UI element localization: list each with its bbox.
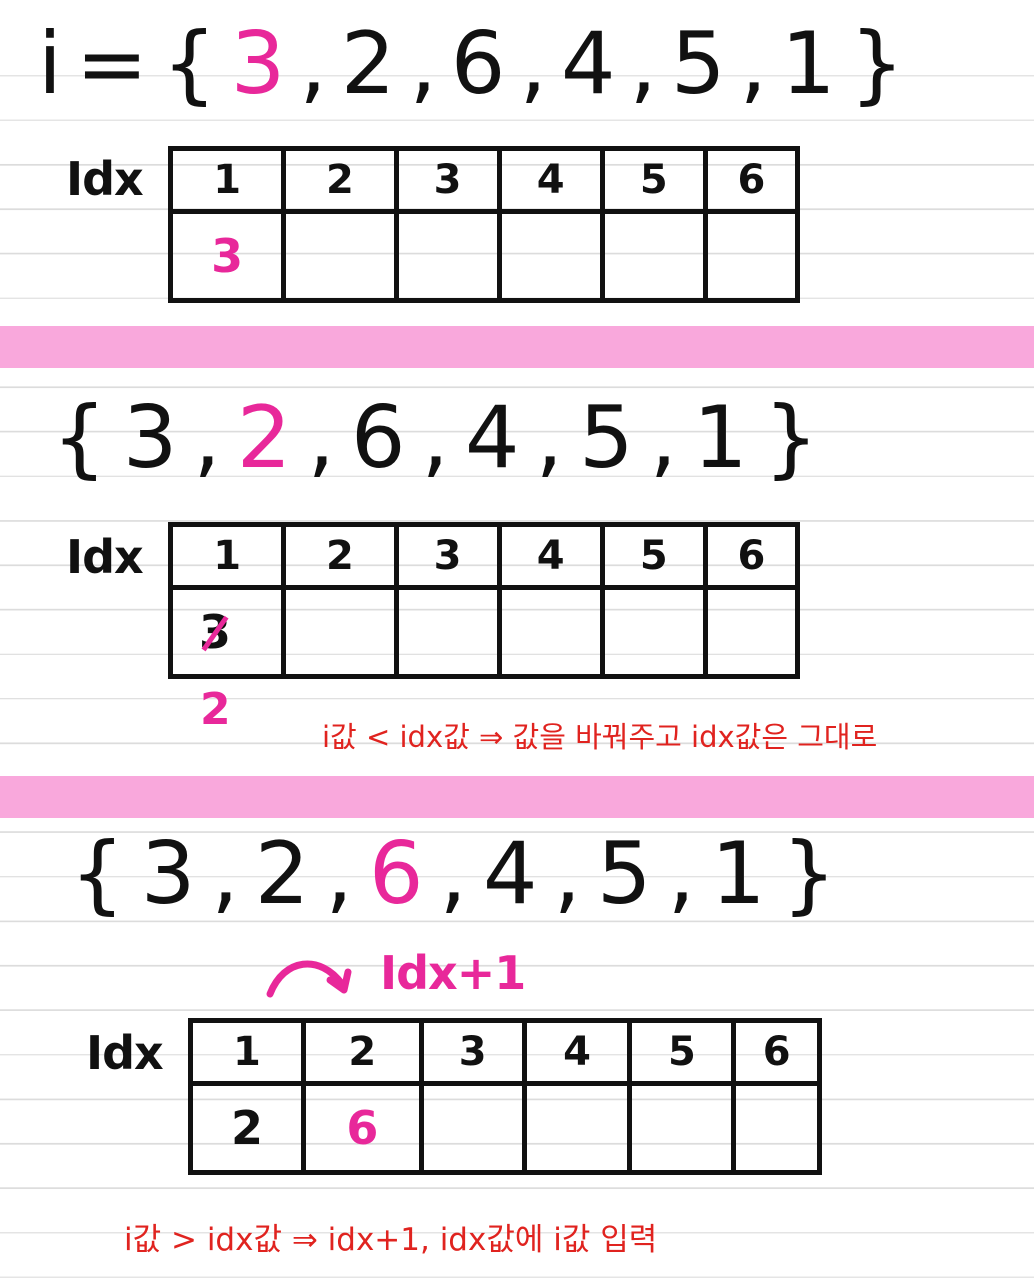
step3-header-cell: 4 (521, 1018, 633, 1086)
step2-header-cell: 1 (167, 522, 287, 590)
section-divider (0, 776, 1034, 818)
step2-header-cell: 3 (393, 522, 502, 590)
step2-sequence-highlight: 2 (236, 388, 308, 488)
section-divider (0, 326, 1034, 368)
step2-header-cell: 4 (496, 522, 605, 590)
step3-sequence-rest: ,4,5,1} (439, 824, 853, 924)
step1-header-cell: 3 (393, 146, 502, 214)
step2-header-cell: 5 (599, 522, 708, 590)
step1-sequence-prefix: i={ (38, 14, 231, 114)
step1-index-table: 1 2 3 4 5 6 3 (167, 146, 801, 303)
step3-idx-label: Idx (86, 1026, 164, 1080)
step3-note: i값 > idx값 ⇒ idx+1, idx값에 i값 입력 (124, 1222, 658, 1258)
step2-sequence-prefix: {3, (52, 388, 237, 488)
step3-sequence-highlight: 6 (368, 824, 440, 924)
step1-idx-label: Idx (66, 152, 144, 206)
step3-value-cell: 2 (188, 1081, 306, 1175)
step3-sequence-prefix: {3,2, (70, 824, 369, 924)
step3-sequence: {3,2,6,4,5,1} (70, 824, 852, 924)
step2-idx-label: Idx (66, 530, 144, 584)
step3-index-table: 1 2 3 4 5 6 2 6 (188, 1018, 822, 1175)
step2-value-cell (599, 585, 708, 679)
step2-value-row: 3 (167, 585, 801, 679)
step1-sequence-rest: ,2,6,4,5,1} (299, 14, 919, 114)
step1-sequence: i={3,2,6,4,5,1} (38, 14, 918, 114)
step1-header-cell: 1 (167, 146, 287, 214)
step3-header-cell: 2 (300, 1018, 424, 1086)
step3-value-cell (731, 1081, 822, 1175)
step2-value-cell (702, 585, 801, 679)
step3-value-row: 2 6 (188, 1081, 822, 1175)
step1-sequence-highlight: 3 (230, 14, 300, 114)
step1-value-cell (702, 209, 801, 303)
step3-header-cell: 5 (627, 1018, 737, 1086)
step2-note: i값 < idx값 ⇒ 값을 바꿔주고 idx값은 그대로 (322, 720, 878, 754)
step3-value-cell: 6 (300, 1081, 424, 1175)
step1-header-cell: 2 (281, 146, 399, 214)
step3-value-cell (418, 1081, 527, 1175)
step2-value-cell (281, 585, 399, 679)
step2-replaced-value: 2 (200, 684, 231, 735)
step2-value-cell: 3 (167, 585, 287, 679)
idx-increment-label: Idx+1 (380, 946, 526, 1000)
step3-header-row: 1 2 3 4 5 6 (188, 1018, 822, 1086)
step1-value-cell (599, 209, 708, 303)
step2-value-cell (393, 585, 502, 679)
step1-header-cell: 4 (496, 146, 605, 214)
step2-header-row: 1 2 3 4 5 6 (167, 522, 801, 590)
curved-arrow-icon-svg (266, 960, 352, 998)
step1-header-cell: 6 (702, 146, 801, 214)
step1-header-cell: 5 (599, 146, 708, 214)
step1-value-cell (393, 209, 502, 303)
step2-value-cell (496, 585, 605, 679)
step1-value-row: 3 (167, 209, 801, 303)
step2-header-cell: 6 (702, 522, 801, 590)
step1-header-row: 1 2 3 4 5 6 (167, 146, 801, 214)
step1-value-cell (496, 209, 605, 303)
step3-value-cell (521, 1081, 633, 1175)
step1-value-cell (281, 209, 399, 303)
curved-arrow-icon (262, 950, 362, 1009)
step2-sequence: {3,2,6,4,5,1} (52, 388, 834, 488)
step2-sequence-rest: ,6,4,5,1} (307, 388, 835, 488)
step3-header-cell: 1 (188, 1018, 306, 1086)
step3-header-cell: 3 (418, 1018, 527, 1086)
step2-header-cell: 2 (281, 522, 399, 590)
step2-crossed-value: 3 (199, 605, 232, 659)
step2-index-table: 1 2 3 4 5 6 3 (167, 522, 801, 679)
step3-header-cell: 6 (731, 1018, 822, 1086)
step3-value-cell (627, 1081, 737, 1175)
step1-value-cell: 3 (167, 209, 287, 303)
